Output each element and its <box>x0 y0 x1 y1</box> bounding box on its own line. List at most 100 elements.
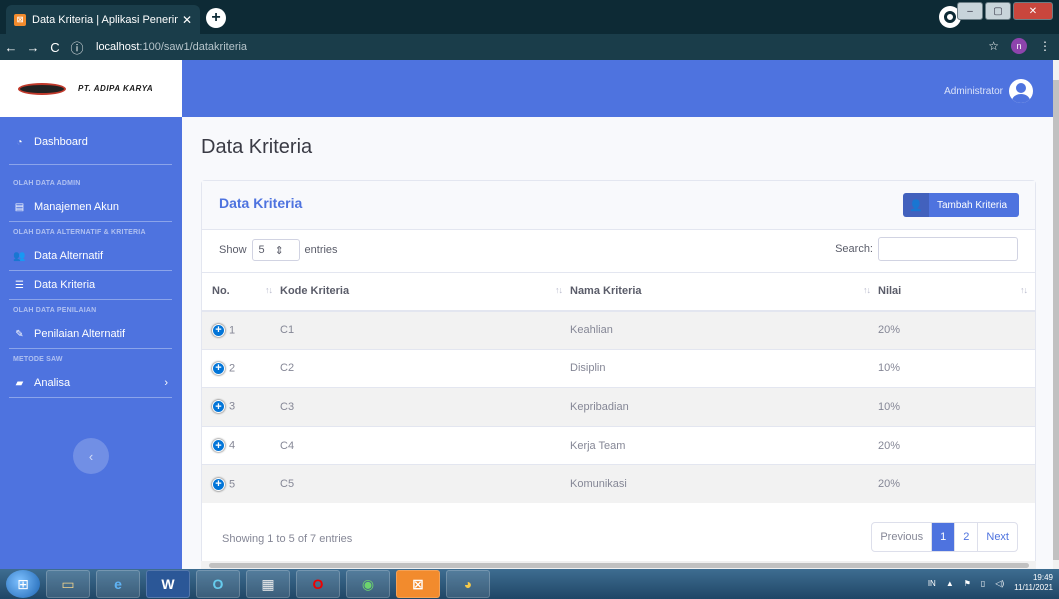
table-search: Search: <box>835 237 1018 261</box>
brand-name: PT. ADIPA KARYA <box>78 84 154 93</box>
user-name: Administrator <box>944 85 1003 97</box>
tambah-kriteria-button[interactable]: 👤 Tambah Kriteria <box>903 193 1019 217</box>
sort-icon: ↑↓ <box>1020 285 1028 295</box>
minimize-icon[interactable]: – <box>957 2 983 20</box>
tray-arrow-icon[interactable]: ▲ <box>946 579 954 588</box>
internet-explorer-icon[interactable]: e <box>96 570 140 598</box>
expand-row-icon[interactable]: + <box>212 439 225 453</box>
language-indicator[interactable]: IN <box>928 579 936 588</box>
xampp-icon[interactable]: ⊠ <box>396 570 440 598</box>
sort-icon: ↑↓ <box>555 285 563 295</box>
table-row: +3 C3 Kepribadian 10% <box>202 387 1035 427</box>
entries-select[interactable]: 5 ⇕ <box>251 239 300 261</box>
sidebar-heading: OLAH DATA ADMIN <box>13 179 81 187</box>
sort-icon: ↑↓ <box>863 285 871 295</box>
pagination-next[interactable]: Next <box>977 523 1017 551</box>
search-input[interactable] <box>878 237 1018 261</box>
column-header-no[interactable]: No. ↑↓ <box>202 272 280 312</box>
select-arrows-icon: ⇕ <box>274 244 284 257</box>
kriteria-table: No. ↑↓ Kode Kriteria ↑↓ Nama Kriteria ↑↓ Ni… <box>202 272 1035 504</box>
brand[interactable]: PT. ADIPA KARYA <box>0 60 182 117</box>
expand-row-icon[interactable]: + <box>212 361 225 375</box>
table-row: +5 C5 Komunikasi 20% <box>202 464 1035 504</box>
url-field[interactable]: localhost:100/saw1/datakriteria <box>96 41 247 53</box>
battery-icon[interactable]: ▯ <box>981 579 985 588</box>
topbar: Administrator <box>182 60 1059 117</box>
start-button[interactable]: ⊞ <box>6 570 40 598</box>
flag-icon[interactable]: ⚑ <box>964 579 971 588</box>
user-avatar-icon <box>1009 79 1033 103</box>
folder-icon: ▰ <box>15 377 24 389</box>
sidebar-item-data-alternatif[interactable]: 👥 Data Alternatif <box>0 242 182 270</box>
users-icon: 👥 <box>13 250 26 262</box>
list-icon: ☰ <box>15 279 24 291</box>
sidebar-item-analisa[interactable]: ▰ Analisa › <box>0 369 182 397</box>
expand-row-icon[interactable]: + <box>212 400 225 414</box>
windows-taskbar: ⊞ ▭ e W O ▦ O ◉ ⊠ ◕ IN ▲ ⚑ ▯ ◁) 19:49 11… <box>0 569 1059 599</box>
maximize-icon[interactable]: ▢ <box>985 2 1011 20</box>
vertical-scrollbar[interactable] <box>1053 60 1059 569</box>
close-tab-icon[interactable]: ✕ <box>182 13 192 27</box>
table-row: +1 C1 Keahlian 20% <box>202 310 1035 350</box>
table-info: Showing 1 to 5 of 7 entries <box>222 533 353 545</box>
card-title: Data Kriteria <box>219 195 303 211</box>
sidebar-heading: METODE SAW <box>13 355 63 363</box>
clock[interactable]: 19:49 11/11/2021 <box>1014 573 1053 593</box>
chrome-icon[interactable]: ◕ <box>446 570 490 598</box>
volume-icon[interactable]: ◁) <box>995 579 1004 588</box>
opera-icon[interactable]: O <box>296 570 340 598</box>
expand-row-icon[interactable]: + <box>212 477 225 491</box>
info-icon[interactable]: ⓘ <box>66 38 88 57</box>
column-header-nama[interactable]: Nama Kriteria ↑↓ <box>570 272 878 312</box>
pagination-page-2[interactable]: 2 <box>954 523 977 551</box>
sidebar: PT. ADIPA KARYA ◔ Dashboard OLAH DATA AD… <box>0 60 182 569</box>
column-header-nilai[interactable]: Nilai ↑↓ <box>878 272 1035 312</box>
new-tab-button[interactable]: + <box>206 8 226 28</box>
reload-icon[interactable]: C <box>44 40 66 55</box>
close-window-icon[interactable]: ✕ <box>1013 2 1053 20</box>
table-controls: Show 5 ⇕ entries Search: <box>202 230 1035 272</box>
pagination: Previous 1 2 Next <box>871 522 1018 552</box>
file-explorer-icon[interactable]: ▭ <box>46 570 90 598</box>
column-header-kode[interactable]: Kode Kriteria ↑↓ <box>280 272 570 312</box>
tab-title: Data Kriteria | Aplikasi Penerimaa <box>32 13 178 26</box>
horizontal-scrollbar[interactable] <box>201 561 1036 569</box>
notepad-icon[interactable]: ▦ <box>246 570 290 598</box>
sidebar-item-data-kriteria[interactable]: ☰ Data Kriteria <box>0 271 182 299</box>
browser-tabbar: ⊠ Data Kriteria | Aplikasi Penerimaa ✕ +… <box>0 0 1059 34</box>
pagination-page-1[interactable]: 1 <box>931 523 955 551</box>
sidebar-toggle-button[interactable]: ‹ <box>73 438 109 474</box>
chevron-right-icon: › <box>164 377 168 389</box>
sidebar-item-manajemen-akun[interactable]: ▤ Manajemen Akun <box>0 193 182 221</box>
dashboard-icon: ◔ <box>16 136 23 148</box>
profile-icon[interactable]: n <box>1011 38 1027 54</box>
pagination-previous[interactable]: Previous <box>872 523 931 551</box>
sort-icon: ↑↓ <box>265 285 273 295</box>
back-arrow-icon[interactable]: ← <box>0 40 22 55</box>
outlook-icon[interactable]: O <box>196 570 240 598</box>
menu-icon[interactable]: ⋮ <box>1039 39 1051 53</box>
star-icon[interactable]: ☆ <box>988 39 999 53</box>
word-icon[interactable]: W <box>146 570 190 598</box>
page-title: Data Kriteria <box>201 136 313 158</box>
sidebar-item-dashboard[interactable]: ◔ Dashboard <box>0 128 182 156</box>
sidebar-item-penilaian-alternatif[interactable]: ✎ Penilaian Alternatif <box>0 320 182 348</box>
xampp-favicon-icon: ⊠ <box>14 13 26 26</box>
id-card-icon: ▤ <box>14 201 25 213</box>
entries-length: Show 5 ⇕ entries <box>219 239 338 261</box>
expand-row-icon[interactable]: + <box>212 323 225 337</box>
sidebar-divider <box>9 397 172 398</box>
sidebar-heading: OLAH DATA ALTERNATIF & KRITERIA <box>13 228 146 236</box>
user-menu[interactable]: Administrator <box>944 79 1033 103</box>
address-bar: ← → C ⓘ localhost:100/saw1/datakriteria … <box>0 34 1059 60</box>
data-card: Data Kriteria 👤 Tambah Kriteria Show 5 ⇕… <box>201 180 1036 569</box>
window-controls: – ▢ ✕ <box>957 2 1053 20</box>
user-edit-icon: ✎ <box>15 328 24 340</box>
browser-tab[interactable]: ⊠ Data Kriteria | Aplikasi Penerimaa ✕ <box>6 5 200 34</box>
chrome-alt-icon[interactable]: ◉ <box>346 570 390 598</box>
user-plus-icon: 👤 <box>903 193 929 217</box>
table-row: +4 C4 Kerja Team 20% <box>202 425 1035 465</box>
sidebar-heading: OLAH DATA PENILAIAN <box>13 306 97 314</box>
forward-arrow-icon[interactable]: → <box>22 40 44 55</box>
system-tray: IN ▲ ⚑ ▯ ◁) 19:49 11/11/2021 <box>928 573 1053 593</box>
